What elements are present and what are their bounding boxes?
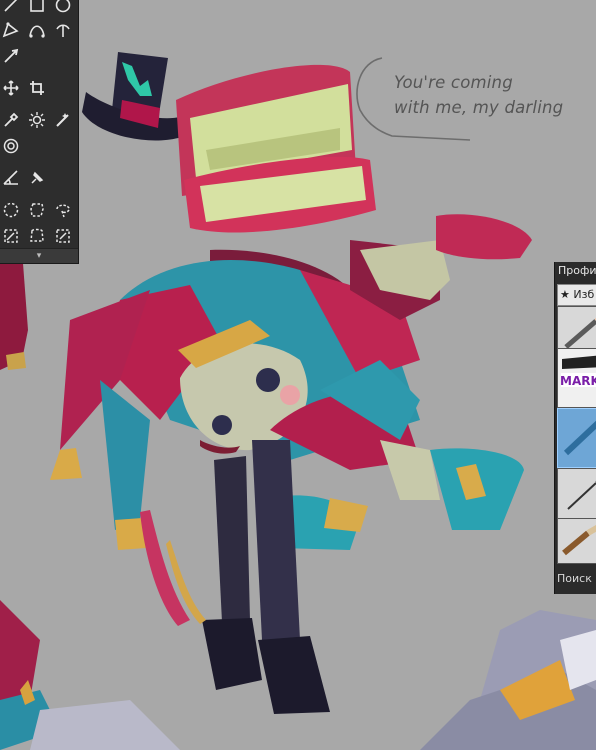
ruler-tool-icon[interactable] <box>0 167 22 189</box>
lasso-tool-icon[interactable] <box>52 199 74 221</box>
chevron-down-icon: ▾ <box>36 251 42 261</box>
pen-tool-icon[interactable] <box>0 19 22 41</box>
brush-search-label: Поиск <box>557 572 592 585</box>
eyedropper-tool-icon[interactable] <box>0 109 22 131</box>
star-icon: ★ <box>560 288 570 301</box>
caption-line-1: You're coming <box>394 73 513 92</box>
toolbox-expand-button[interactable]: ▾ <box>0 248 78 263</box>
caption-line-2: with me, my darling <box>394 98 564 117</box>
transform-select-tool-icon[interactable] <box>0 225 22 247</box>
favorites-tab-label: Изб <box>573 288 595 301</box>
line-tool-icon[interactable] <box>0 0 22 16</box>
crop-tool-icon[interactable] <box>26 77 48 99</box>
panel-title: Профи <box>558 264 596 277</box>
brush-tool-icon[interactable] <box>0 45 22 67</box>
spiral-tool-icon[interactable] <box>0 135 22 157</box>
freehand-select-tool-icon[interactable] <box>26 199 48 221</box>
ellipse-tool-icon[interactable] <box>52 0 74 16</box>
bezier-tool-icon[interactable] <box>26 19 48 41</box>
drawing-canvas[interactable]: You're coming with me, my darling <box>0 0 596 750</box>
brush-preset-blue-pen[interactable] <box>557 408 596 468</box>
brush-preset-marker[interactable]: MARK <box>557 348 596 408</box>
move-tool-icon[interactable] <box>0 77 22 99</box>
magic-wand-tool-icon[interactable] <box>26 109 48 131</box>
curve-tool-icon[interactable] <box>52 19 74 41</box>
pin-tool-icon[interactable] <box>26 167 48 189</box>
paint-brush-icon <box>562 524 596 556</box>
rectangle-tool-icon[interactable] <box>26 0 48 16</box>
brush-preset-paint-brush[interactable] <box>557 518 596 564</box>
ellipse-select-tool-icon[interactable] <box>0 199 22 221</box>
speech-caption: You're coming with me, my darling <box>394 70 563 120</box>
bucket-select-tool-icon[interactable] <box>26 225 48 247</box>
blue-pen-brush-icon <box>563 420 596 456</box>
marker-label: MARK <box>560 374 596 388</box>
smudge-tool-icon[interactable] <box>52 109 74 131</box>
polygon-select-tool-icon[interactable] <box>52 225 74 247</box>
favorites-tab[interactable]: ★ Изб <box>557 284 596 306</box>
brush-presets-panel: Профи ★ Изб MARK Поиск <box>554 262 596 594</box>
tool-panel: ▾ <box>0 0 79 264</box>
